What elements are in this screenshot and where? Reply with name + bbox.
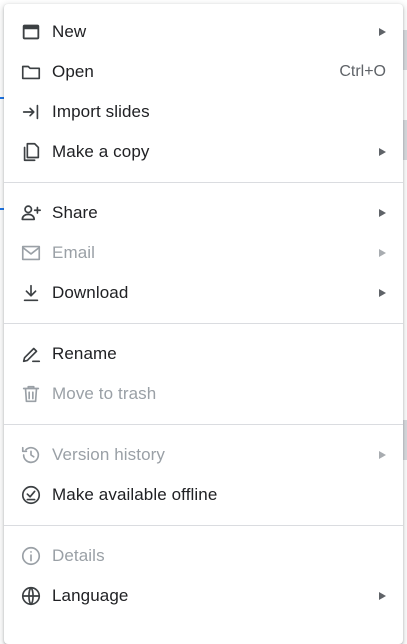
- trash-icon: [20, 383, 42, 405]
- menu-item-label: Open: [52, 62, 94, 81]
- backdrop-edge: [403, 120, 407, 160]
- submenu-arrow-icon: [379, 148, 386, 156]
- menu-item-label: Make available offline: [52, 485, 218, 504]
- menu-item-label: Import slides: [52, 102, 150, 121]
- submenu-arrow-icon: [379, 592, 386, 600]
- submenu-arrow-icon: [379, 289, 386, 297]
- copy-icon: [20, 141, 42, 163]
- menu-item-make-a-copy[interactable]: Make a copy: [4, 132, 403, 172]
- menu-item-label: Version history: [52, 445, 165, 464]
- globe-icon: [20, 585, 42, 607]
- menu-item-new[interactable]: New: [4, 12, 403, 52]
- menu-item-label: Make a copy: [52, 142, 150, 161]
- submenu-arrow-icon: [379, 28, 386, 36]
- offline-check-icon: [20, 484, 42, 506]
- submenu-arrow-icon: [379, 451, 386, 459]
- mail-icon: [20, 242, 42, 264]
- menu-item-label: Email: [52, 243, 96, 262]
- info-icon: [20, 545, 42, 567]
- menu-item-email: Email: [4, 233, 403, 273]
- menu-item-move-to-trash: Move to trash: [4, 374, 403, 414]
- submenu-arrow-icon: [379, 249, 386, 257]
- new-window-icon: [20, 21, 42, 43]
- menu-divider: [4, 323, 403, 324]
- menu-item-open[interactable]: Open Ctrl+O: [4, 52, 403, 92]
- menu-item-label: Rename: [52, 344, 117, 363]
- menu-item-import-slides[interactable]: Import slides: [4, 92, 403, 132]
- import-icon: [20, 101, 42, 123]
- rename-icon: [20, 343, 42, 365]
- menu-divider: [4, 525, 403, 526]
- backdrop-edge: [403, 420, 407, 460]
- menu-item-label: Download: [52, 283, 129, 302]
- menu-item-download[interactable]: Download: [4, 273, 403, 313]
- menu-item-share[interactable]: Share: [4, 193, 403, 233]
- folder-icon: [20, 61, 42, 83]
- menu-item-language[interactable]: Language: [4, 576, 403, 616]
- menu-item-label: Move to trash: [52, 384, 157, 403]
- menu-item-label: Language: [52, 586, 129, 605]
- menu-item-label: Share: [52, 203, 98, 222]
- file-menu: New Open Ctrl+O Import slides Make a copy Sha…: [4, 4, 403, 644]
- menu-divider: [4, 182, 403, 183]
- menu-item-rename[interactable]: Rename: [4, 334, 403, 374]
- history-icon: [20, 444, 42, 466]
- backdrop-edge: [403, 30, 407, 70]
- menu-item-shortcut: Ctrl+O: [339, 63, 386, 80]
- menu-item-label: Details: [52, 546, 105, 565]
- person-add-icon: [20, 202, 42, 224]
- submenu-arrow-icon: [379, 209, 386, 217]
- menu-item-label: New: [52, 22, 87, 41]
- menu-item-details: Details: [4, 536, 403, 576]
- menu-item-version-history: Version history: [4, 435, 403, 475]
- menu-divider: [4, 424, 403, 425]
- download-icon: [20, 282, 42, 304]
- menu-item-make-available-offline[interactable]: Make available offline: [4, 475, 403, 515]
